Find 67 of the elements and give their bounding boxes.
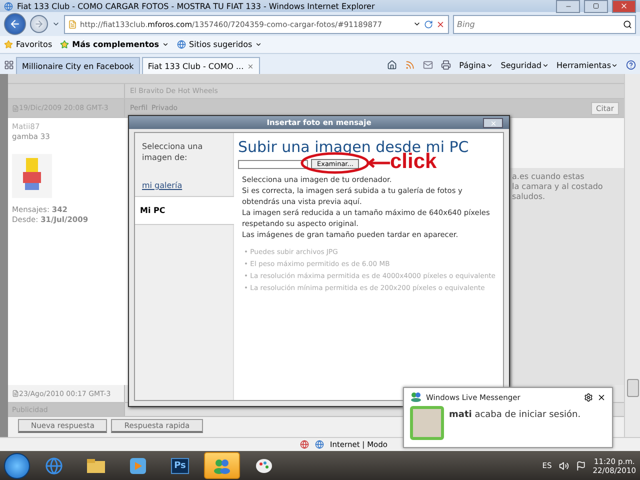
favorites-button[interactable]: Favoritos xyxy=(4,40,52,49)
start-button[interactable] xyxy=(4,452,30,478)
window-title: Fiat 133 Club - COMO CARGAR FOTOS - MOSTRA TU FIAT 133 - Windows Internet Explorer xyxy=(17,2,376,10)
folder-icon xyxy=(86,458,106,474)
command-menu[interactable]: Página xyxy=(459,60,493,70)
browser-tab[interactable]: Millionaire City en Facebook xyxy=(16,57,140,74)
browser-tab[interactable]: Fiat 133 Club - COMO ... xyxy=(142,57,260,74)
forward-arrow-icon xyxy=(34,19,44,29)
print-icon[interactable] xyxy=(441,60,452,70)
page-icon xyxy=(68,20,77,28)
settings-icon[interactable] xyxy=(584,392,593,402)
globe-icon xyxy=(315,440,324,449)
addons-menu[interactable]: Más complementos xyxy=(60,40,170,49)
close-icon xyxy=(490,120,496,126)
people-icon xyxy=(213,458,231,474)
dropdown-icon xyxy=(413,20,421,28)
browser-icon xyxy=(45,456,63,474)
sidebar-heading: Selecciona una imagen de: xyxy=(141,141,204,163)
command-menu[interactable]: Herramientas xyxy=(556,60,618,70)
page-icon xyxy=(12,104,19,112)
close-icon xyxy=(620,2,628,10)
close-icon[interactable] xyxy=(597,392,606,402)
search-icon xyxy=(623,20,632,28)
caret-icon xyxy=(255,41,262,48)
scrollbar[interactable] xyxy=(624,74,640,437)
avatar-placeholder xyxy=(410,406,444,440)
help-icon[interactable] xyxy=(626,60,636,70)
feed-icon[interactable] xyxy=(405,60,416,70)
suggested-sites-menu[interactable]: Sitios sugeridos xyxy=(177,40,262,49)
browser-icon xyxy=(4,2,13,10)
mail-icon[interactable] xyxy=(423,60,434,70)
file-input-field[interactable] xyxy=(238,160,308,168)
home-icon[interactable] xyxy=(387,60,398,70)
maximize-icon xyxy=(593,3,599,9)
post-text: saludos. xyxy=(512,192,546,202)
hand-drawn-arrow xyxy=(367,158,391,168)
quick-tabs-icon[interactable] xyxy=(4,60,14,70)
command-menu[interactable]: Seguridad xyxy=(500,60,548,70)
maximize-button[interactable] xyxy=(584,0,608,12)
photoshop-label: Ps xyxy=(171,458,189,474)
close-button[interactable] xyxy=(483,118,503,128)
search-field[interactable]: Bing xyxy=(453,14,636,34)
back-arrow-icon xyxy=(9,18,21,30)
stop-icon[interactable] xyxy=(436,20,445,28)
post-text: la camara y al costado xyxy=(512,182,604,192)
people-icon xyxy=(410,392,422,402)
flag-icon[interactable] xyxy=(576,460,586,470)
dropdown-icon[interactable] xyxy=(52,20,60,28)
source-item[interactable]: Mi PC xyxy=(135,196,234,225)
refresh-icon[interactable] xyxy=(424,20,433,28)
palette-icon xyxy=(255,458,273,474)
caret-icon xyxy=(486,62,493,68)
post-text: a.es cuando estas xyxy=(512,172,586,182)
caret-icon xyxy=(162,41,170,48)
star-icon xyxy=(4,40,13,49)
taskbar-button[interactable]: Ps xyxy=(162,452,198,479)
back-button[interactable] xyxy=(4,13,26,35)
star-icon xyxy=(60,40,70,49)
play-icon xyxy=(130,458,146,474)
page-icon xyxy=(12,390,19,397)
globe-icon xyxy=(177,40,186,49)
source-item[interactable]: mi galería xyxy=(135,175,233,196)
notification-text: mati acaba de iniciar sesión. xyxy=(449,410,581,420)
caret-icon xyxy=(611,62,618,68)
volume-icon[interactable] xyxy=(558,460,569,470)
caret-icon xyxy=(542,62,548,68)
search-placeholder: Bing xyxy=(457,20,476,28)
